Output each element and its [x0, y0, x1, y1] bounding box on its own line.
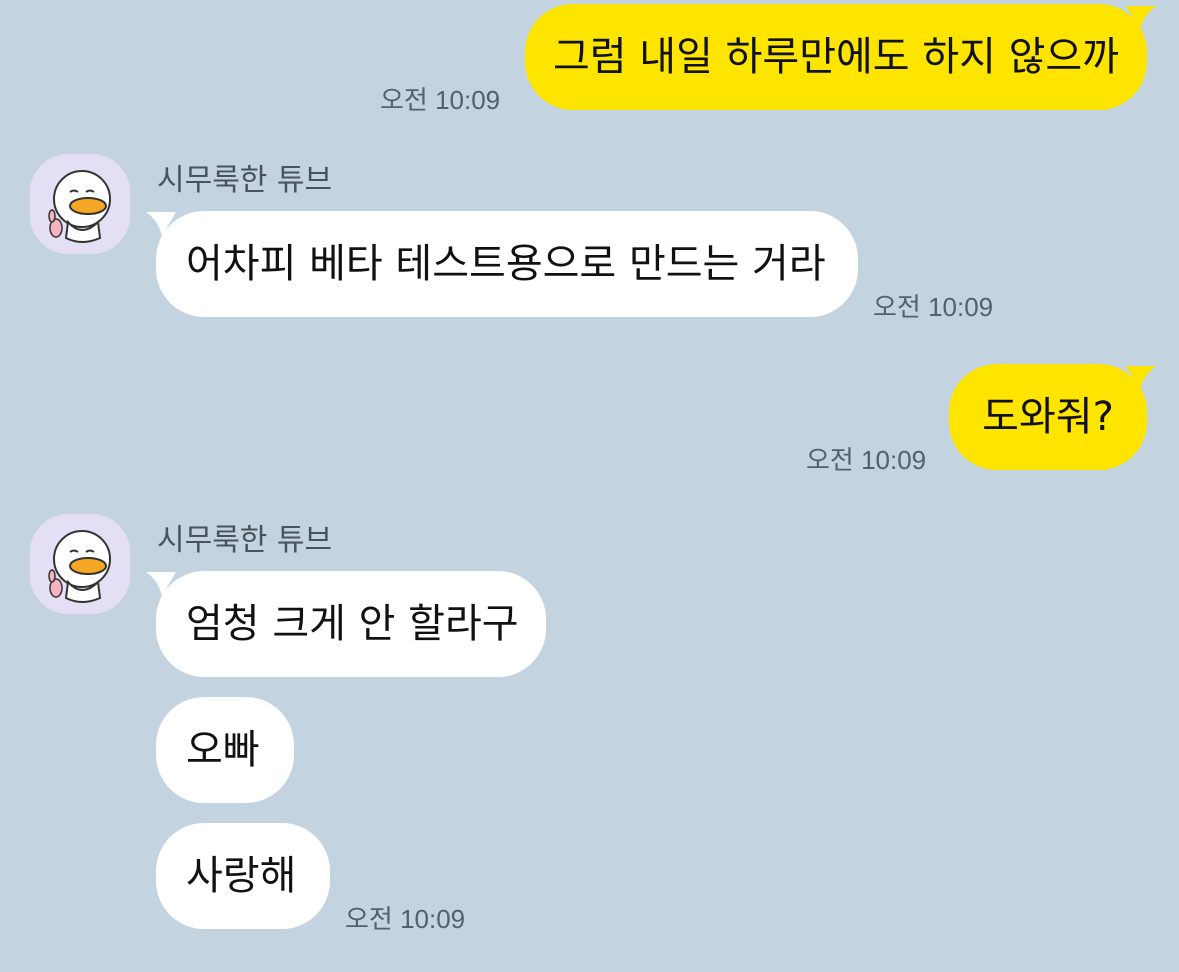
message-bubble-theirs[interactable]: 오빠 — [156, 697, 294, 803]
message-bubble-mine[interactable]: 도와줘? — [949, 364, 1147, 470]
bubble-tail-icon — [1126, 6, 1156, 30]
message-text: 사랑해 — [186, 853, 297, 899]
duck-character-avatar-icon — [48, 170, 111, 243]
message-time: 오전 10:09 — [380, 85, 501, 115]
message-text: 그럼 내일 하루만에도 하지 않으까 — [552, 34, 1120, 80]
message-time: 오전 10:09 — [873, 292, 994, 322]
duck-character-avatar-icon — [48, 530, 111, 603]
message-time: 오전 10:09 — [345, 904, 466, 934]
message-text: 엄청 크게 안 할라구 — [186, 601, 519, 647]
avatar[interactable] — [30, 514, 130, 614]
sender-name: 시무룩한 튜브 — [157, 163, 333, 198]
message-bubble-mine[interactable]: 그럼 내일 하루만에도 하지 않으까 — [525, 4, 1147, 110]
sender-name: 시무룩한 튜브 — [157, 523, 333, 558]
message-bubble-theirs[interactable]: 사랑해 — [156, 823, 330, 929]
message-text: 도와줘? — [982, 394, 1114, 440]
message-text: 오빠 — [186, 727, 260, 773]
bubble-tail-icon — [1126, 366, 1156, 390]
message-time: 오전 10:09 — [806, 445, 927, 475]
message-text: 어차피 베타 테스트용으로 만드는 거라 — [186, 241, 826, 287]
message-bubble-theirs[interactable]: 엄청 크게 안 할라구 — [156, 571, 546, 677]
avatar[interactable] — [30, 154, 130, 254]
message-bubble-theirs[interactable]: 어차피 베타 테스트용으로 만드는 거라 — [156, 211, 858, 317]
